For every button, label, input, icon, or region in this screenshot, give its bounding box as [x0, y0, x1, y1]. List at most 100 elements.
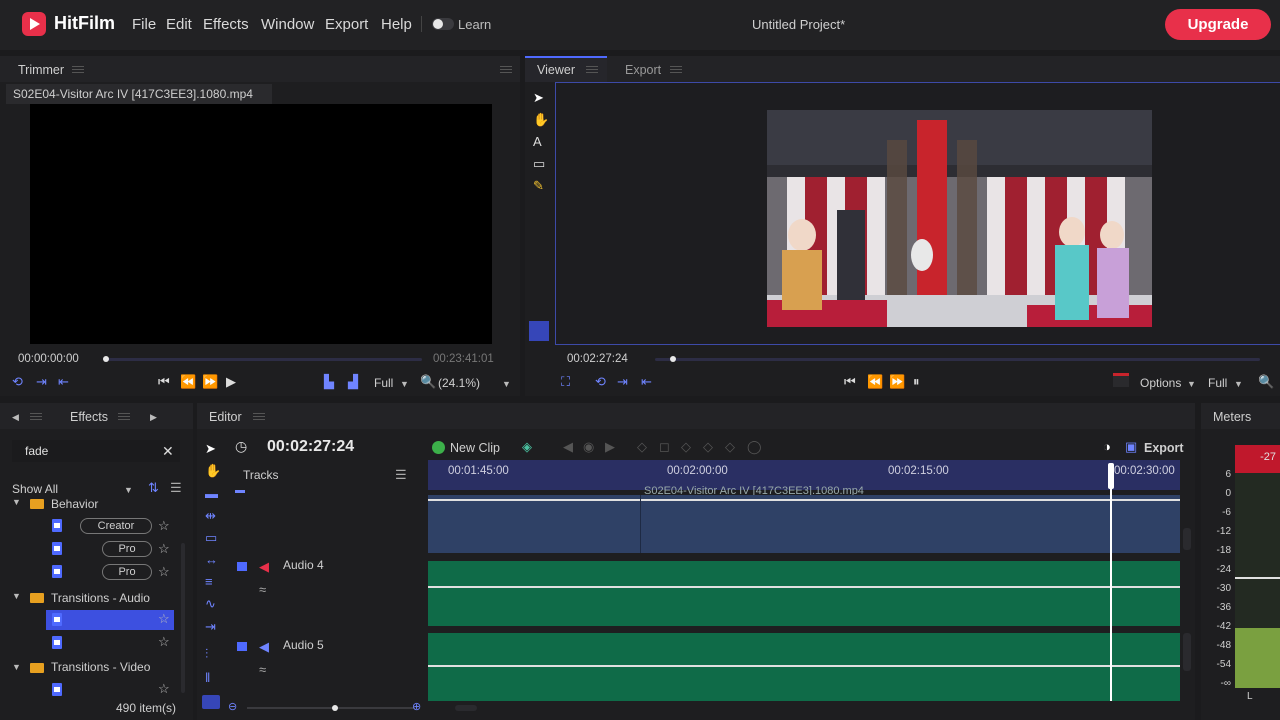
effects-scrollbar[interactable] [181, 543, 185, 693]
folder-icon[interactable] [237, 562, 247, 571]
tab-effects[interactable]: Effects [70, 410, 108, 424]
favorite-star-icon[interactable]: ☆ [158, 611, 170, 627]
favorite-star-icon[interactable]: ☆ [158, 564, 170, 580]
menu-edit[interactable]: Edit [166, 16, 192, 33]
favorite-star-icon[interactable]: ☆ [158, 681, 170, 697]
horizontal-scrollbar[interactable] [455, 705, 477, 711]
speaker-icon[interactable]: ◀ [259, 640, 269, 653]
insert-icon[interactable]: ⇥ [617, 375, 628, 388]
chevron-down-icon[interactable]: ▼ [1234, 379, 1243, 389]
expand-icon[interactable]: ▼ [12, 662, 21, 672]
hand-tool-icon[interactable]: ✋ [533, 113, 549, 126]
list-view-icon[interactable]: ☰ [170, 481, 182, 494]
chevron-down-icon[interactable]: ▼ [124, 485, 133, 495]
text-tool-icon[interactable]: A [533, 135, 542, 148]
trimmer-playhead[interactable] [103, 356, 109, 362]
chevron-down-icon[interactable]: ▼ [400, 379, 409, 389]
trimmer-preview[interactable] [30, 104, 492, 344]
grip-icon[interactable] [670, 66, 682, 73]
record-icon[interactable] [1113, 373, 1129, 387]
viewer-quality-select[interactable]: Full [1208, 376, 1227, 390]
marker-icon[interactable]: ◇ [703, 440, 713, 453]
audio-track-label[interactable]: Audio 5 [283, 638, 324, 652]
tab-meters[interactable]: Meters [1213, 410, 1251, 424]
vertical-scrollbar[interactable] [1183, 528, 1191, 550]
overlay-icon[interactable]: ⇤ [641, 375, 652, 388]
marker-icon[interactable]: ◇ [637, 440, 647, 453]
grip-icon[interactable] [586, 66, 598, 73]
favorite-star-icon[interactable]: ☆ [158, 541, 170, 557]
sort-icon[interactable]: ⇅ [148, 481, 159, 494]
folder-label[interactable]: Transitions - Audio [51, 591, 150, 605]
insert-clip-icon[interactable]: ▙ [324, 375, 334, 388]
upgrade-button[interactable]: Upgrade [1165, 9, 1271, 40]
clip-volume-line[interactable] [428, 499, 1180, 501]
render-icon[interactable]: ◑ [1103, 440, 1111, 453]
levels-icon[interactable]: ‖ [205, 671, 210, 684]
favorite-star-icon[interactable]: ☆ [158, 518, 170, 534]
tracks-menu-icon[interactable]: ☰ [395, 468, 407, 481]
slide-tool-icon[interactable]: ▭ [205, 531, 217, 544]
overlay-icon[interactable]: ⇤ [58, 375, 69, 388]
next-keyframe-icon[interactable]: ▶ [605, 440, 615, 453]
trimmer-scrubber[interactable] [106, 358, 422, 361]
tab-trimmer[interactable]: Trimmer [18, 63, 64, 77]
magnet-icon[interactable] [202, 695, 220, 709]
insert-icon[interactable]: ⇥ [36, 375, 47, 388]
slip-tool-icon[interactable]: ⇹ [205, 509, 216, 522]
menu-export[interactable]: Export [325, 16, 368, 33]
trimmer-quality-select[interactable]: Full [374, 376, 393, 390]
tab-export[interactable]: Export [625, 63, 661, 77]
new-clip-button[interactable]: New Clip [450, 441, 500, 455]
learn-toggle[interactable] [432, 18, 454, 30]
prev-keyframe-icon[interactable]: ◀ [563, 440, 573, 453]
chevron-down-icon[interactable]: ▼ [502, 379, 511, 389]
folder-icon[interactable] [237, 642, 247, 651]
loop-icon[interactable]: ⟲ [12, 375, 23, 388]
effect-row-selected[interactable] [46, 610, 174, 630]
marker-icon[interactable]: ◇ [725, 440, 735, 453]
zoom-out-icon[interactable]: ⊖ [228, 701, 237, 714]
step-back-icon[interactable]: ⏪ [867, 375, 883, 388]
mute-icon[interactable]: ◀ [259, 560, 269, 573]
loop-icon[interactable]: ⟲ [595, 375, 606, 388]
trimmer-zoom-select[interactable]: (24.1%) [438, 376, 480, 390]
grip-icon[interactable] [253, 413, 265, 420]
ripple-tool-icon[interactable]: ↔ [205, 553, 218, 566]
add-icon[interactable] [432, 441, 445, 454]
layers-icon[interactable]: ◈ [522, 440, 532, 453]
roll-tool-icon[interactable]: ≡ [205, 575, 213, 588]
zoom-in-icon[interactable]: ⊕ [412, 701, 421, 714]
tab-editor[interactable]: Editor [209, 410, 242, 424]
zoom-slider-knob[interactable] [332, 705, 338, 711]
menu-window[interactable]: Window [261, 16, 314, 33]
skip-back-icon[interactable]: ⏮ [844, 375, 856, 388]
grip-icon[interactable] [118, 413, 130, 420]
skip-back-icon[interactable]: ⏮ [158, 375, 170, 388]
options-menu[interactable]: Options [1140, 376, 1181, 390]
grip-icon[interactable] [72, 66, 84, 73]
grip-icon[interactable] [500, 66, 512, 73]
pen-tool-icon[interactable]: ✎ [533, 179, 544, 192]
grip-icon[interactable] [30, 413, 42, 420]
audio-clip[interactable] [428, 561, 1180, 626]
favorite-star-icon[interactable]: ☆ [158, 634, 170, 650]
marker-icon[interactable]: ◇ [681, 440, 691, 453]
menu-help[interactable]: Help [381, 16, 412, 33]
overlay-clip-icon[interactable]: ▟ [348, 375, 358, 388]
chevron-down-icon[interactable]: ▼ [1187, 379, 1196, 389]
waveform-icon[interactable]: ≈ [259, 583, 266, 596]
audio-clip[interactable] [428, 633, 1180, 701]
expand-icon[interactable]: ▼ [12, 591, 21, 601]
clear-search-icon[interactable]: ✕ [162, 444, 174, 458]
timeline-playhead-handle[interactable] [1108, 463, 1114, 489]
marker-icon[interactable]: ◯ [747, 440, 762, 453]
clip-volume-line[interactable] [428, 665, 1180, 667]
viewer-scrubber[interactable] [655, 358, 1260, 361]
slice-tool-icon[interactable]: ▬ [205, 487, 218, 500]
editor-export-button[interactable]: Export [1144, 441, 1184, 455]
effects-search-input[interactable] [12, 440, 180, 462]
play-icon[interactable]: ▶ [226, 375, 236, 388]
tab-viewer[interactable]: Viewer [537, 63, 575, 77]
expand-icon[interactable]: ▼ [12, 499, 21, 507]
